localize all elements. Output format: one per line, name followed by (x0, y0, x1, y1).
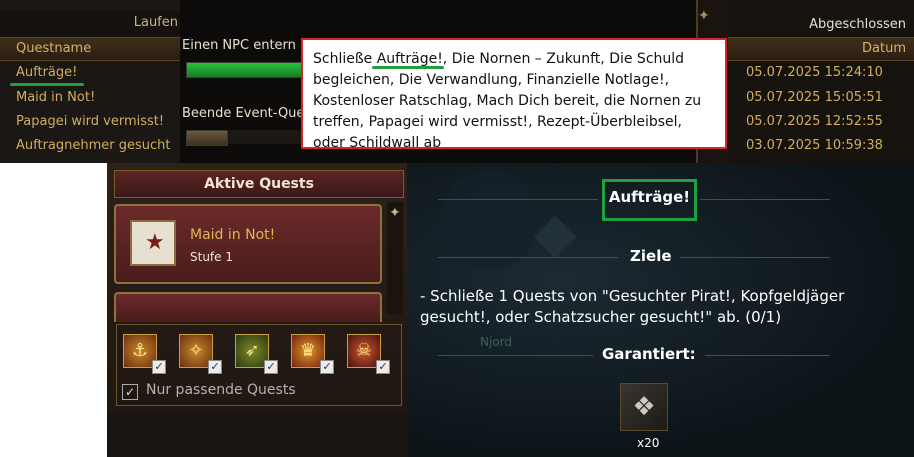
completed-quests-header: Abgeschlossen (809, 17, 906, 32)
filter-checkbox[interactable]: ✓ (208, 360, 222, 374)
divider-line (680, 257, 830, 258)
list-item-running-quest[interactable]: Maid in Not! (16, 90, 95, 105)
quest-card[interactable] (114, 292, 382, 322)
list-item-running-quest[interactable]: Auftragnehmer gesucht (16, 138, 171, 153)
questname-column-label: Questname (16, 41, 92, 56)
active-quests-footer (107, 412, 407, 457)
date-column-label: Datum (862, 41, 906, 56)
tooltip-line: Kostenloser Ratschlag, Mach Dich bereit,… (313, 93, 702, 109)
tooltip-line: treffen, Papagei wird vermisst!, Rezept-… (313, 114, 683, 130)
progress-bar-event-quests (186, 130, 228, 146)
questname-column-header[interactable]: Questname (0, 37, 186, 61)
running-quests-header: Laufen (0, 10, 186, 36)
divider-line (700, 199, 830, 200)
ornament-icon: ✦ (389, 205, 401, 221)
active-quests-header: Aktive Quests (114, 170, 404, 198)
progress-label-board-npc: Einen NPC entern (182, 38, 296, 53)
reward-item-icon[interactable]: ❖ (620, 383, 668, 431)
highlight-underline (10, 83, 84, 86)
matching-quests-label: Nur passende Quests (146, 382, 296, 398)
highlight-underline (372, 66, 444, 69)
progress-label-event-quests: Beende Event-Ques (182, 106, 312, 121)
divider-line (438, 257, 618, 258)
reward-count: x20 (637, 436, 660, 450)
matching-quests-checkbox[interactable]: ✓ (122, 384, 138, 400)
list-item-running-quest[interactable]: Aufträge! (16, 65, 77, 80)
list-item-running-quest[interactable]: Papagei wird vermisst! (16, 114, 164, 129)
divider-line (438, 355, 593, 356)
completed-date: 03.07.2025 10:59:38 (746, 138, 883, 153)
filter-checkbox[interactable]: ✓ (152, 360, 166, 374)
quest-scroll-icon: ★ (130, 220, 176, 266)
filter-checkbox[interactable]: ✓ (376, 360, 390, 374)
quest-card-level: Stufe 1 (190, 250, 233, 264)
objectives-heading: Ziele (630, 247, 672, 265)
quest-tooltip: Schließe Aufträge!, Die Nornen – Zukunft… (301, 38, 727, 151)
tooltip-line: begleichen, Die Verwandlung, Finanzielle… (313, 72, 670, 88)
quest-title: Aufträge! (608, 188, 691, 206)
filter-checkbox[interactable]: ✓ (320, 360, 334, 374)
completed-date: 05.07.2025 15:05:51 (746, 90, 883, 105)
tooltip-line: oder Schildwall ab (313, 135, 442, 151)
objective-text: - Schließe 1 Quests von "Gesuchter Pirat… (420, 287, 845, 326)
filter-checkbox[interactable]: ✓ (264, 360, 278, 374)
running-quests-header-label: Laufen (133, 15, 178, 30)
map-region-label: Njord (480, 335, 512, 349)
completed-date: 05.07.2025 12:52:55 (746, 114, 883, 129)
ornament-icon: ✦ (698, 8, 710, 24)
divider-line (438, 199, 598, 200)
completed-date: 05.07.2025 15:24:10 (746, 65, 883, 80)
date-column-header[interactable]: Datum (728, 37, 914, 61)
map-background-decoration (440, 170, 540, 270)
active-quests-title: Aktive Quests (204, 176, 314, 192)
guaranteed-rewards-heading: Garantiert: (602, 345, 696, 363)
divider-line (705, 355, 830, 356)
quest-card-name: Maid in Not! (190, 227, 276, 243)
